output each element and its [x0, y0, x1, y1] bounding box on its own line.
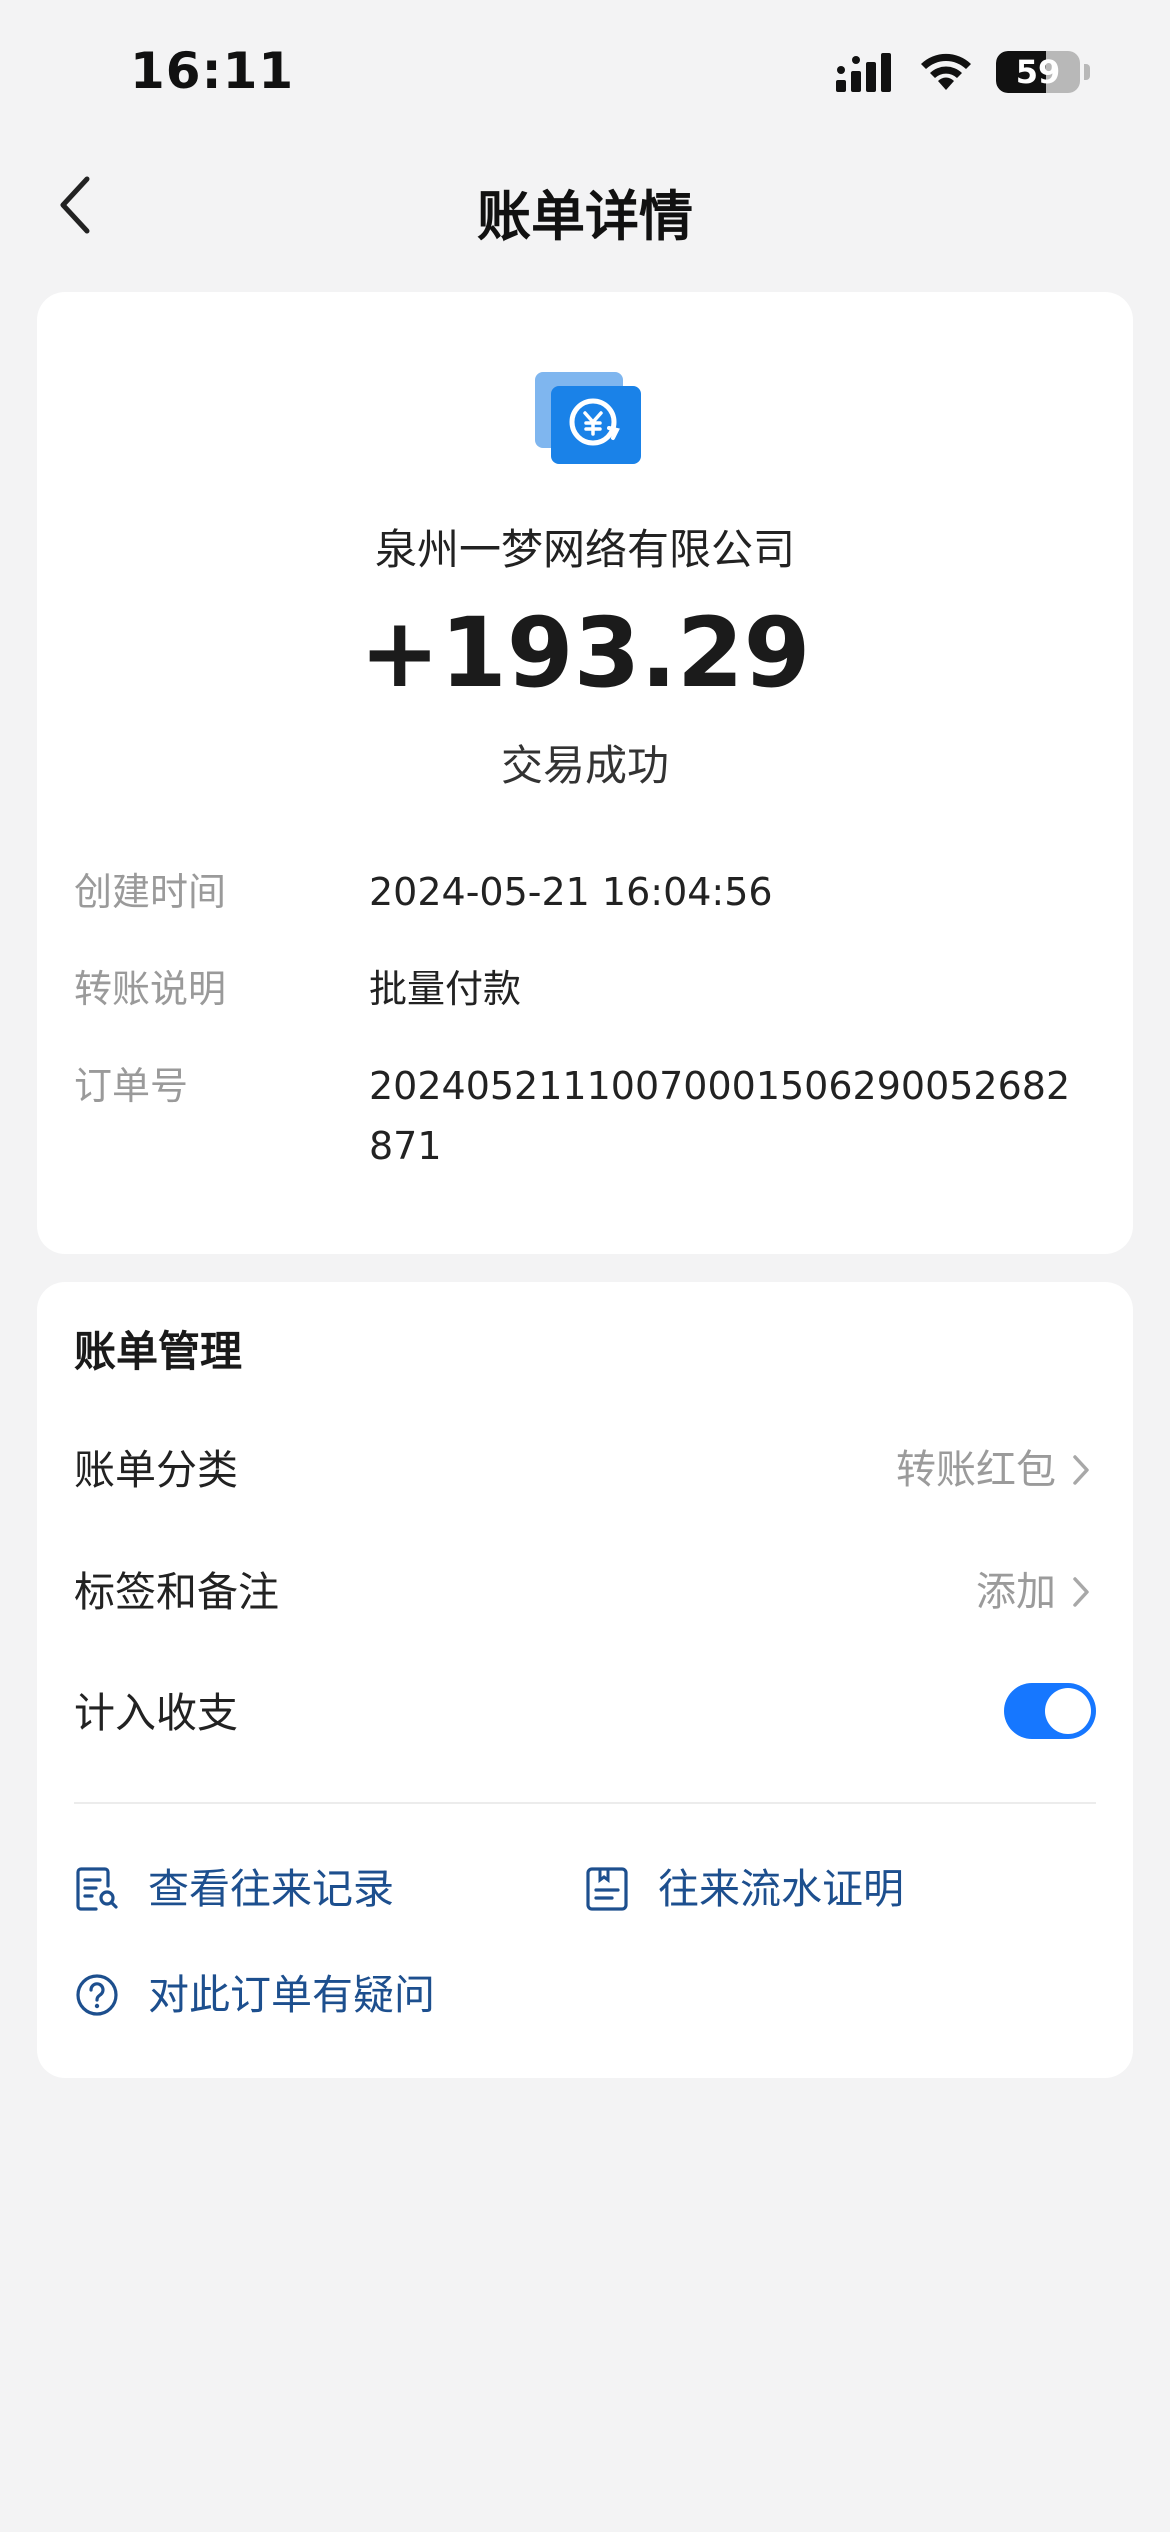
detail-value: 2024-05-21 16:04:56 [369, 870, 773, 914]
status-indicators: 59 [834, 50, 1090, 94]
document-icon [586, 1867, 628, 1911]
toggle-knob [1045, 1688, 1091, 1734]
view-records-button[interactable]: 查看往来记录 [74, 1854, 394, 1924]
transaction-status: 交易成功 [500, 741, 669, 790]
list-label: 账单分类 [74, 1446, 238, 1494]
bill-category-value: 转账红包 [896, 1447, 1056, 1493]
section-title: 账单管理 [74, 1327, 243, 1376]
list-label: 计入收支 [74, 1689, 238, 1737]
detail-value: 批量付款 [369, 967, 522, 1011]
cellular-signal-icon [836, 53, 891, 92]
chevron-right-icon [1073, 1577, 1089, 1607]
list-right: 添加 [976, 1552, 1096, 1632]
status-bar: 16:11 59 [0, 0, 1170, 150]
transaction-amount: +193.29 [359, 597, 811, 709]
order-question-button[interactable]: 对此订单有疑问 [74, 1960, 435, 2030]
help-circle-icon [76, 1974, 118, 2016]
list-right: 转账红包 [896, 1430, 1096, 1510]
divider [74, 1802, 1096, 1804]
bill-management-card: 账单管理 账单分类 转账红包 标签和备注 添加 计入收支 查看往来记录 往来流水… [37, 1282, 1133, 2078]
action-label: 往来流水证明 [658, 1865, 904, 1913]
chevron-right-icon [1073, 1455, 1089, 1485]
include-in-budget-toggle[interactable] [1004, 1683, 1096, 1739]
battery-icon: 59 [996, 51, 1080, 93]
bill-category-row[interactable]: 账单分类 转账红包 [74, 1430, 1096, 1510]
wifi-icon [921, 53, 971, 90]
action-label: 查看往来记录 [148, 1865, 394, 1913]
battery-level: 59 [1015, 53, 1061, 91]
status-time: 16:11 [130, 42, 295, 100]
battery-tip [1084, 64, 1090, 80]
transfer-yuan-icon [535, 372, 641, 464]
nav-bar: 账单详情 [0, 160, 1170, 250]
detail-label: 创建时间 [74, 870, 227, 914]
tags-notes-value: 添加 [976, 1569, 1056, 1615]
detail-label: 转账说明 [74, 967, 227, 1011]
detail-label: 订单号 [74, 1064, 189, 1108]
bill-summary-card: 泉州一梦网络有限公司 +193.29 交易成功 创建时间 2024-05-21 … [37, 292, 1133, 1254]
page-title: 账单详情 [477, 185, 693, 248]
statement-proof-button[interactable]: 往来流水证明 [584, 1854, 904, 1924]
tags-notes-row[interactable]: 标签和备注 添加 [74, 1552, 1096, 1632]
action-label: 对此订单有疑问 [148, 1971, 435, 2019]
include-in-budget-row: 计入收支 [74, 1673, 1096, 1753]
payee-name: 泉州一梦网络有限公司 [374, 525, 795, 574]
records-search-icon [76, 1867, 118, 1911]
list-label: 标签和备注 [74, 1568, 279, 1616]
order-number: 20240521110070001506290052682871 [369, 1064, 1071, 1168]
